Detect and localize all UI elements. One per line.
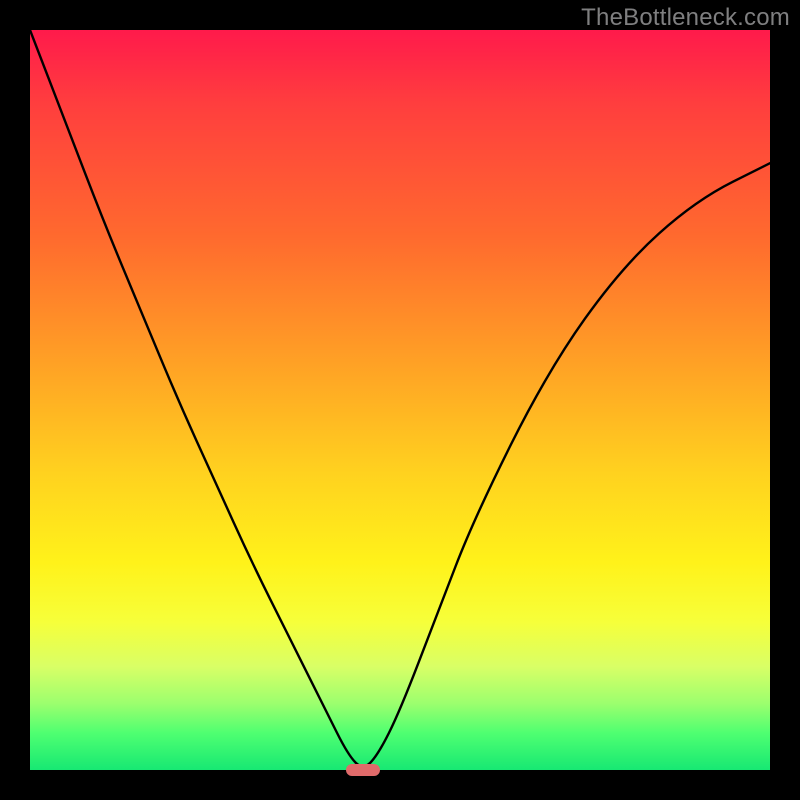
- chart-frame: TheBottleneck.com: [0, 0, 800, 800]
- curve-layer: [30, 30, 770, 770]
- plot-area: [30, 30, 770, 770]
- bottleneck-curve: [30, 30, 770, 766]
- optimal-marker: [346, 764, 379, 775]
- watermark-text: TheBottleneck.com: [581, 4, 790, 32]
